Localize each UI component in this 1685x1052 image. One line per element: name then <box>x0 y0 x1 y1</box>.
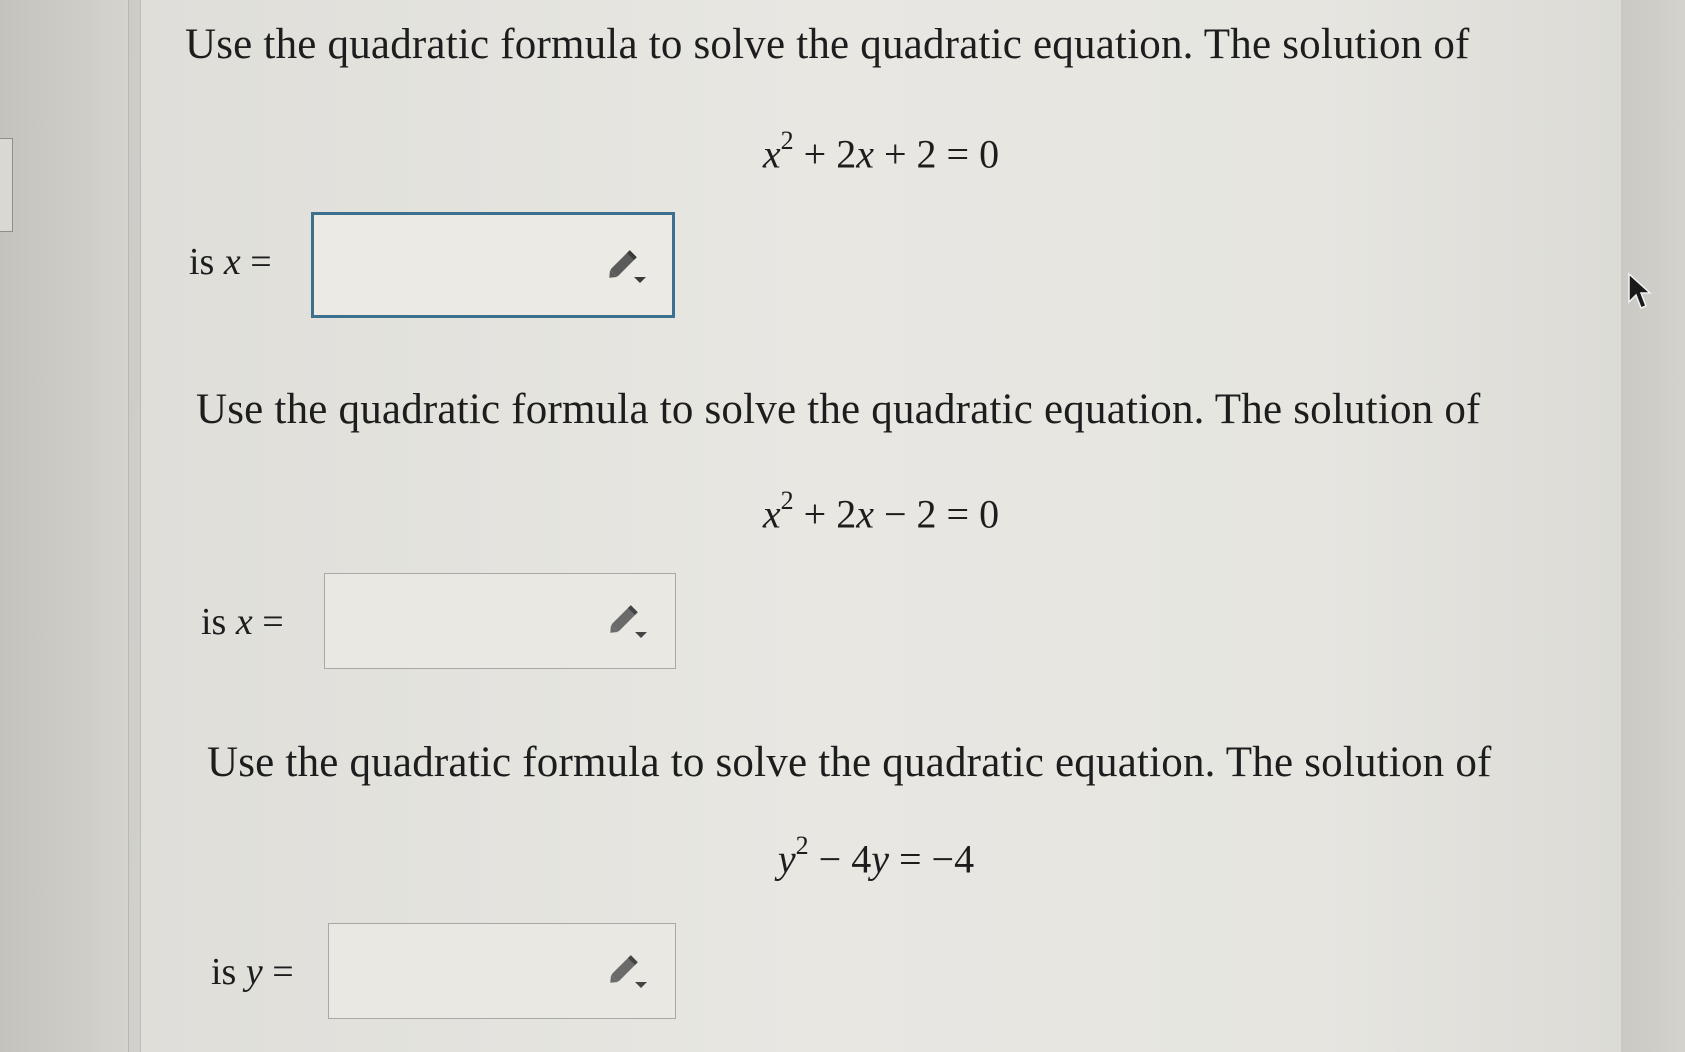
problem-prompt: Use the quadratic formula to solve the q… <box>185 21 1470 68</box>
problem-prompt: Use the quadratic formula to solve the q… <box>207 739 1492 786</box>
left-sidebar-tab[interactable] <box>0 138 13 232</box>
pencil-dropdown-icon[interactable] <box>605 950 651 990</box>
answer-input[interactable] <box>311 212 675 318</box>
mouse-pointer-icon <box>1628 272 1652 309</box>
problem-equation: x2 + 2x − 2 = 0 <box>762 486 1000 537</box>
right-margin <box>1621 0 1685 1052</box>
answer-label: is x = <box>201 601 284 643</box>
left-sidebar-edge <box>0 0 129 1052</box>
answer-label: is y = <box>211 951 294 993</box>
problem-equation: x2 + 2x + 2 = 0 <box>762 126 1000 177</box>
pencil-dropdown-icon[interactable] <box>605 600 651 640</box>
answer-input[interactable] <box>328 923 676 1019</box>
problem-equation: y2 − 4y = −4 <box>777 831 975 882</box>
problem-prompt: Use the quadratic formula to solve the q… <box>196 386 1481 433</box>
pencil-dropdown-icon[interactable] <box>604 245 650 285</box>
question-panel: Use the quadratic formula to solve the q… <box>140 0 1622 1052</box>
answer-input[interactable] <box>324 573 676 669</box>
answer-label: is x = <box>189 241 272 283</box>
